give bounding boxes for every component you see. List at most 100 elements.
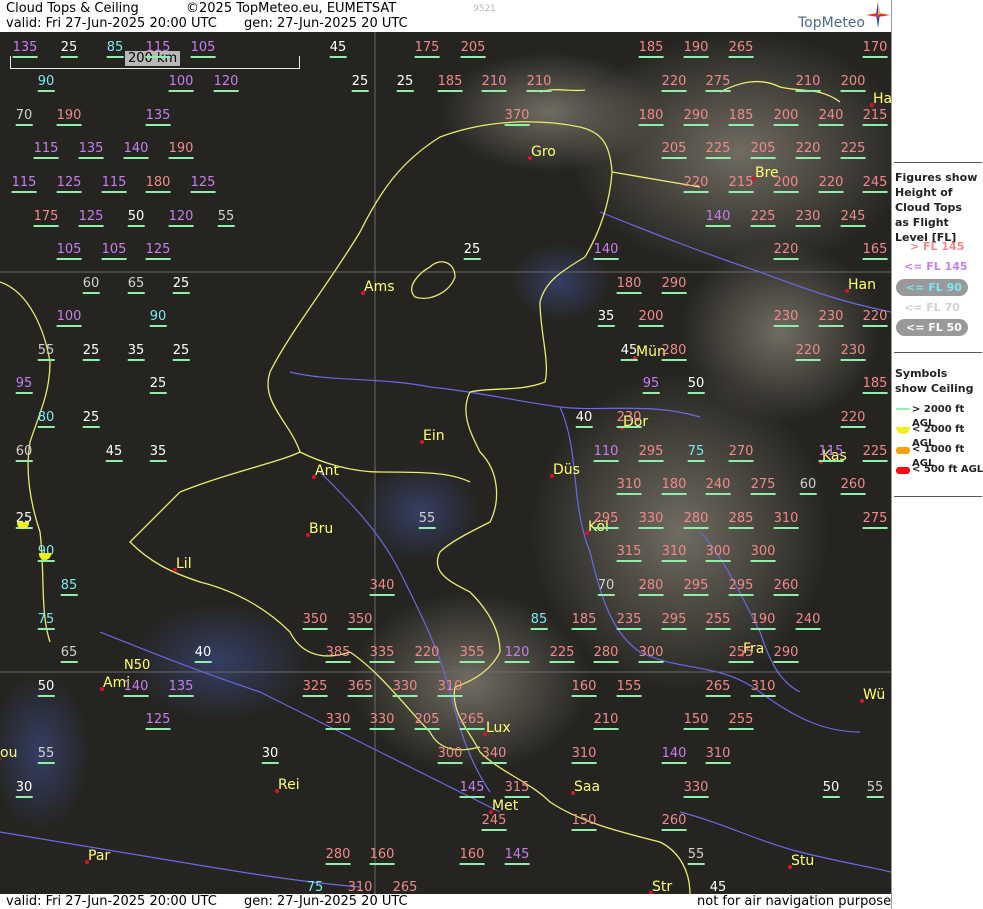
city-label: Stu [791, 853, 815, 869]
cloud-top-value: 145 [459, 780, 485, 798]
cloud-top-value: 105 [56, 242, 82, 260]
cloud-top-value: 275 [750, 477, 776, 495]
cloud-field [680, 242, 880, 422]
cloud-top-value: 225 [840, 141, 866, 159]
cloud-top-value: 255 [728, 712, 754, 730]
ceiling-below-1000-icon [896, 447, 910, 454]
cloud-top-value: 175 [33, 209, 59, 227]
copyright-text: ©2025 TopMeteo.eu, EUMETSAT [186, 1, 397, 16]
cloud-top-value: 115 [145, 40, 171, 58]
cloud-top-value: 205 [661, 141, 687, 159]
cloud-top-value: 115 [818, 444, 844, 462]
cloud-top-value: 125 [56, 175, 82, 193]
cloud-top-value: 340 [481, 746, 507, 764]
cloud-top-value: 265 [459, 712, 485, 730]
cloud-top-value: 220 [661, 74, 687, 92]
legend-level-le-50: <= FL 50 [906, 321, 962, 334]
cloud-top-value: 55 [37, 343, 55, 361]
cloud-top-value: 385 [325, 645, 351, 663]
cloud-top-value: 95 [15, 376, 33, 394]
cloud-top-value: 180 [616, 276, 642, 294]
legend-symbol-label: < 500 ft AGL [912, 464, 983, 475]
cloud-top-value: 60 [15, 444, 33, 462]
cloud-top-value: 70 [15, 108, 33, 126]
city-label: Gro [531, 144, 556, 160]
cloud-top-value: 75 [37, 612, 55, 630]
cloud-top-value: 115 [11, 175, 37, 193]
cloud-top-value: 280 [593, 645, 619, 663]
cloud-top-value: 240 [795, 612, 821, 630]
cloud-top-value: 330 [683, 780, 709, 798]
cloud-top-value: 120 [213, 74, 239, 92]
cloud-top-value: 370 [504, 108, 530, 126]
cloud-top-value: 125 [145, 242, 171, 260]
cloud-top-value: 295 [593, 511, 619, 529]
cloud-top-value: 105 [190, 40, 216, 58]
cloud-top-value: 235 [616, 612, 642, 630]
cloud-top-value: 125 [145, 712, 171, 730]
cloud-top-value: 120 [168, 209, 194, 227]
cloud-top-value: 165 [862, 242, 888, 260]
cloud-top-value: 140 [705, 209, 731, 227]
cloud-top-value: 135 [78, 141, 104, 159]
cloud-top-value: 265 [392, 880, 418, 895]
cloud-top-value: 160 [369, 847, 395, 865]
cloud-top-value: 140 [123, 679, 149, 697]
chart-footer: valid: Fri 27-Jun-2025 20:00 UTC gen: 27… [0, 894, 898, 909]
legend-panel: Figures show Height of Cloud Tops as Fli… [891, 0, 983, 909]
cloud-top-value: 55 [687, 847, 705, 865]
satellite-map[interactable]: 200 km N50 Gro Ams Bre Han Ha Mün Dor Ein Ant Düs… [0, 32, 891, 894]
cloud-top-value: 220 [818, 175, 844, 193]
cloud-top-value: 310 [661, 544, 687, 562]
city-label: Met [492, 798, 519, 814]
cloud-top-value: 275 [705, 74, 731, 92]
cloud-top-value: 350 [347, 612, 373, 630]
cloud-top-value: 40 [194, 645, 212, 663]
cloud-top-value: 25 [82, 410, 100, 428]
city-label: Ams [364, 279, 395, 295]
cloud-top-value: 310 [571, 746, 597, 764]
cloud-top-value: 55 [866, 780, 884, 798]
cloud-top-value: 155 [616, 679, 642, 697]
cloud-top-value: 225 [862, 444, 888, 462]
cloud-top-value: 220 [840, 410, 866, 428]
cloud-top-value: 135 [168, 679, 194, 697]
cloud-top-value: 300 [705, 544, 731, 562]
cloud-top-value: 200 [840, 74, 866, 92]
cloud-top-value: 50 [687, 376, 705, 394]
city-label: ou [0, 745, 18, 761]
cloud-top-value: 85 [106, 40, 124, 58]
cloud-top-value: 140 [661, 746, 687, 764]
cloud-top-value: 185 [862, 376, 888, 394]
legend-level-le-145: <= FL 145 [904, 260, 968, 273]
cloud-top-value: 215 [728, 175, 754, 193]
cloud-top-value: 25 [60, 40, 78, 58]
legend-level-above-145: > FL 145 [910, 240, 965, 253]
cloud-top-value: 110 [593, 444, 619, 462]
cloud-top-value: 255 [728, 645, 754, 663]
city-label: Wü [863, 687, 886, 703]
compass-logo-icon [866, 2, 890, 28]
ceiling-below-2000-icon [896, 427, 910, 434]
cloud-top-value: 270 [728, 444, 754, 462]
cloud-top-value: 65 [127, 276, 145, 294]
cloud-top-value: 25 [149, 376, 167, 394]
cloud-top-value: 290 [773, 645, 799, 663]
cloud-top-value: 180 [661, 477, 687, 495]
cloud-top-value: 330 [369, 712, 395, 730]
legend-symbols-title: Symbols show Ceiling [895, 367, 974, 395]
ceiling-below-500-icon [896, 467, 910, 474]
legend-level-le-70: <= FL 70 [904, 301, 960, 314]
cloud-top-value: 190 [683, 40, 709, 58]
cloud-top-value: 330 [638, 511, 664, 529]
cloud-top-value: 75 [687, 444, 705, 462]
legend-level-le-50-pill: <= FL 50 [896, 319, 968, 336]
cloud-top-value: 245 [481, 813, 507, 831]
cloud-top-value: 260 [773, 578, 799, 596]
cloud-top-value: 225 [750, 209, 776, 227]
cloud-top-value: 65 [60, 645, 78, 663]
cloud-top-value: 220 [795, 343, 821, 361]
cloud-top-value: 25 [351, 74, 369, 92]
cloud-top-value: 115 [101, 175, 127, 193]
cloud-top-value: 160 [571, 679, 597, 697]
